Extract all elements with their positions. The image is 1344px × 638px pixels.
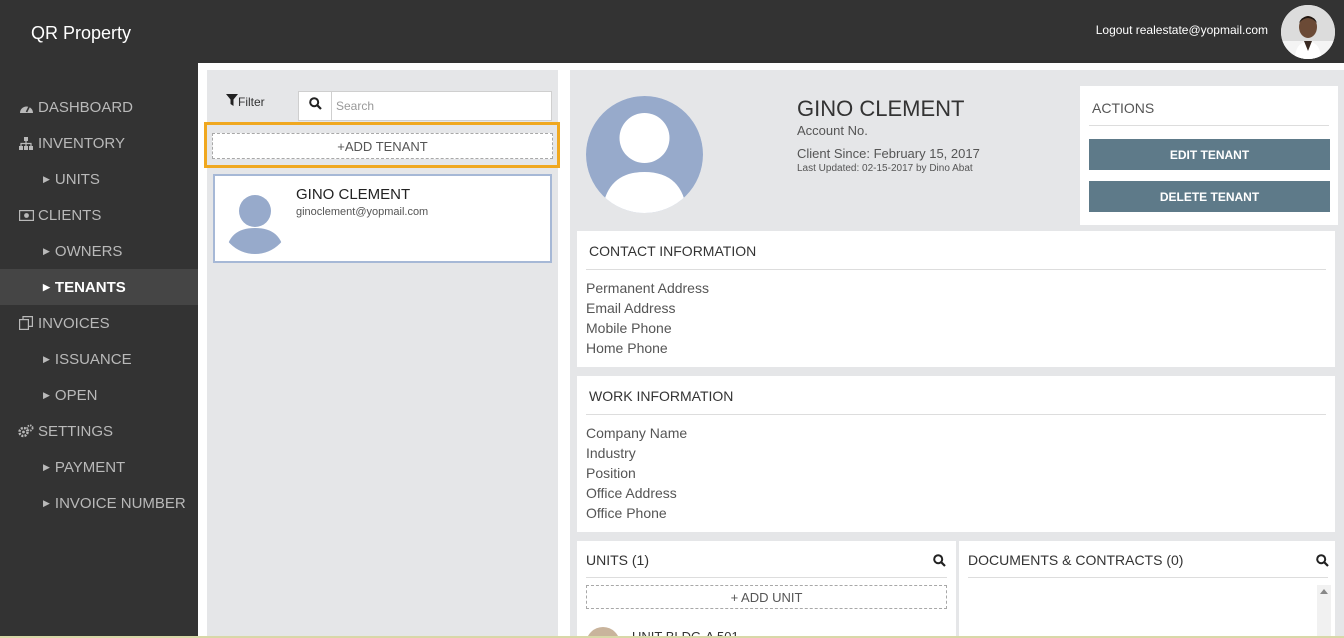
sidebar-item-label: OPEN xyxy=(54,386,98,404)
filter-button[interactable]: Filter xyxy=(226,94,265,109)
top-bar: QR Property Logout realestate@yopmail.co… xyxy=(0,0,1344,63)
office-phone-label: Office Phone xyxy=(586,505,667,521)
caret-right-icon: ▶ xyxy=(43,173,50,184)
caret-right-icon: ▶ xyxy=(43,245,50,256)
sidebar-item-owners[interactable]: ▶ OWNERS xyxy=(0,233,198,269)
industry-label: Industry xyxy=(586,445,636,461)
office-address-label: Office Address xyxy=(586,485,677,501)
copy-icon xyxy=(18,316,34,330)
tenant-detail-panel: GINO CLEMENT Account No. Client Since: F… xyxy=(570,70,1344,638)
search-icon xyxy=(308,97,322,115)
documents-title: DOCUMENTS & CONTRACTS (0) xyxy=(968,552,1184,568)
search-icon[interactable] xyxy=(933,554,947,568)
brand-title[interactable]: QR Property xyxy=(31,23,131,44)
divider xyxy=(586,269,1326,270)
list-item[interactable]: GINO CLEMENT ginoclement@yopmail.com xyxy=(213,174,552,263)
caret-right-icon: ▶ xyxy=(43,281,50,292)
caret-right-icon: ▶ xyxy=(43,353,50,364)
dashboard-icon xyxy=(18,100,34,114)
add-tenant-button[interactable]: +ADD TENANT xyxy=(212,133,553,159)
sidebar-item-label: UNITS xyxy=(54,170,100,188)
caret-right-icon: ▶ xyxy=(43,497,50,508)
filter-icon xyxy=(226,94,238,109)
cogs-icon xyxy=(18,424,34,438)
search-input[interactable] xyxy=(332,92,551,120)
sidebar-item-dashboard[interactable]: DASHBOARD xyxy=(0,89,198,125)
divider xyxy=(586,414,1326,415)
sidebar-item-invoice-number[interactable]: ▶ INVOICE NUMBER xyxy=(0,485,198,521)
section-title: WORK INFORMATION xyxy=(589,388,734,404)
sidebar-item-label: SETTINGS xyxy=(38,422,114,440)
filter-label: Filter xyxy=(238,94,265,109)
tenant-list-panel: Filter +ADD TENANT GINO CLEMENT ginoclem… xyxy=(204,70,560,638)
logout-link[interactable]: Logout realestate@yopmail.com xyxy=(1096,23,1268,37)
tenant-profile-avatar xyxy=(586,96,703,213)
position-label: Position xyxy=(586,465,636,481)
actions-box: ACTIONS EDIT TENANT DELETE TENANT xyxy=(1080,86,1338,225)
documents-contracts-section: DOCUMENTS & CONTRACTS (0) xyxy=(959,541,1335,638)
mobile-phone-label: Mobile Phone xyxy=(586,320,672,336)
divider xyxy=(586,577,947,578)
tenant-avatar xyxy=(220,184,290,254)
actions-title: ACTIONS xyxy=(1092,100,1155,116)
tenant-full-name: GINO CLEMENT xyxy=(797,96,965,121)
user-avatar[interactable] xyxy=(1281,5,1335,59)
sidebar-item-label: TENANTS xyxy=(54,278,126,296)
last-updated: Last Updated: 02-15-2017 by Dino Abat xyxy=(797,163,973,174)
sidebar-item-label: OWNERS xyxy=(54,242,123,260)
sidebar-item-issuance[interactable]: ▶ ISSUANCE xyxy=(0,341,198,377)
money-icon xyxy=(18,208,34,222)
units-title: UNITS (1) xyxy=(586,552,649,568)
sidebar-item-tenants[interactable]: ▶ TENANTS xyxy=(0,269,198,305)
delete-tenant-button[interactable]: DELETE TENANT xyxy=(1089,181,1330,212)
sidebar-item-invoices[interactable]: INVOICES xyxy=(0,305,198,341)
sidebar-item-label: ISSUANCE xyxy=(54,350,132,368)
search-icon[interactable] xyxy=(1316,554,1330,568)
tenant-email: ginoclement@yopmail.com xyxy=(296,206,429,218)
divider xyxy=(1089,125,1329,126)
account-number: Account No. xyxy=(797,123,868,138)
home-phone-label: Home Phone xyxy=(586,340,668,356)
tenant-name: GINO CLEMENT xyxy=(296,186,411,203)
work-information-section: WORK INFORMATION Company Name Industry P… xyxy=(577,376,1335,532)
add-unit-button[interactable]: + ADD UNIT xyxy=(586,585,947,609)
sidebar-item-label: INVOICE NUMBER xyxy=(54,494,186,512)
sidebar-item-label: CLIENTS xyxy=(38,206,102,224)
sidebar-item-label: INVOICES xyxy=(38,314,110,332)
sidebar-item-settings[interactable]: SETTINGS xyxy=(0,413,198,449)
company-name-label: Company Name xyxy=(586,425,688,441)
search-button[interactable] xyxy=(299,92,332,120)
section-title: CONTACT INFORMATION xyxy=(589,243,757,259)
search-box xyxy=(298,91,552,121)
sidebar: DASHBOARD INVENTORY ▶ UNITS CLIENTS ▶ OW… xyxy=(0,63,198,638)
divider xyxy=(968,577,1328,578)
scroll-up-arrow-icon[interactable] xyxy=(1320,589,1328,594)
caret-right-icon: ▶ xyxy=(43,389,50,400)
sidebar-item-label: INVENTORY xyxy=(38,134,125,152)
edit-tenant-button[interactable]: EDIT TENANT xyxy=(1089,139,1330,170)
sidebar-item-open[interactable]: ▶ OPEN xyxy=(0,377,198,413)
caret-right-icon: ▶ xyxy=(43,461,50,472)
sidebar-item-label: DASHBOARD xyxy=(38,98,134,116)
sidebar-item-units[interactable]: ▶ UNITS xyxy=(0,161,198,197)
units-section: UNITS (1) + ADD UNIT UNIT BLDG-A 501 xyxy=(577,541,956,638)
permanent-address-label: Permanent Address xyxy=(586,280,709,296)
sidebar-item-label: PAYMENT xyxy=(54,458,126,476)
sidebar-item-inventory[interactable]: INVENTORY xyxy=(0,125,198,161)
email-address-label: Email Address xyxy=(586,300,676,316)
client-since: Client Since: February 15, 2017 xyxy=(797,146,980,161)
sidebar-item-payment[interactable]: ▶ PAYMENT xyxy=(0,449,198,485)
contact-information-section: CONTACT INFORMATION Permanent Address Em… xyxy=(577,231,1335,367)
sitemap-icon xyxy=(18,136,34,150)
scrollbar[interactable] xyxy=(1317,585,1331,638)
sidebar-item-clients[interactable]: CLIENTS xyxy=(0,197,198,233)
